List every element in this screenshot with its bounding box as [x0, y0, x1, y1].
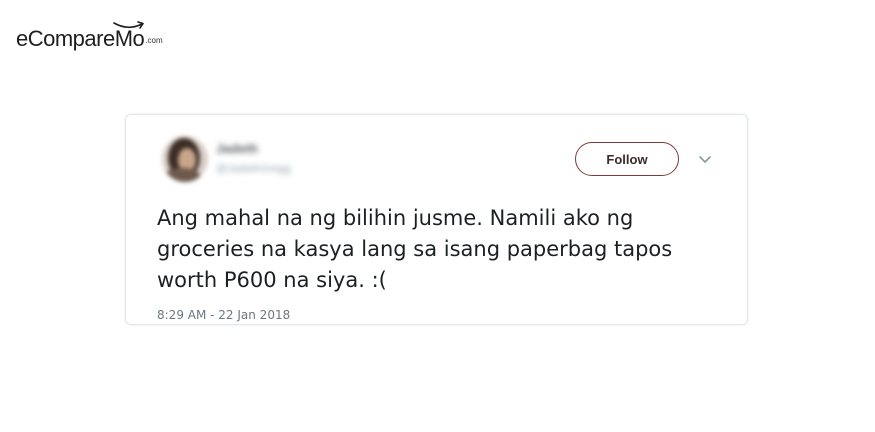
- author-handle[interactable]: @JadethGregg: [216, 161, 291, 177]
- tweet-timestamp[interactable]: 8:29 AM - 22 Jan 2018: [157, 308, 290, 322]
- logo-domain-suffix: .com: [145, 36, 163, 45]
- tweet-text: Ang mahal na ng bilihin jusme. Namili ak…: [157, 206, 673, 292]
- follow-button[interactable]: Follow: [575, 142, 679, 176]
- chevron-down-icon[interactable]: [697, 154, 713, 166]
- embedded-tweet-card: Jadeth @JadethGregg Follow Ang mahal na …: [125, 114, 748, 325]
- logo-wordmark: eCompareMo: [16, 26, 145, 51]
- smile-arrow-icon: [113, 21, 144, 29]
- avatar[interactable]: [162, 136, 208, 182]
- author-display-name[interactable]: Jadeth: [216, 141, 291, 157]
- tweet-author[interactable]: Jadeth @JadethGregg: [216, 141, 291, 177]
